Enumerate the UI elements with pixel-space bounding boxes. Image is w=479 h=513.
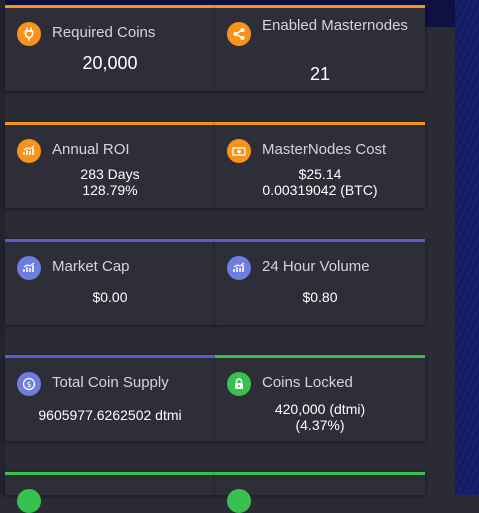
card-title: Annual ROI <box>52 141 130 158</box>
card-accent-bar <box>215 5 425 8</box>
card-title: Total Coin Supply <box>52 374 169 391</box>
card-value-line2: 128.79% <box>82 182 138 198</box>
card-accent-bar <box>5 5 215 8</box>
card-value-line1: $25.14 <box>298 166 342 182</box>
page-background-pattern <box>455 0 479 495</box>
card-annual-roi: Annual ROI 283 Days 128.79% <box>5 122 215 208</box>
card-value: $0.00 <box>92 289 128 305</box>
card-title: Coins Locked <box>262 374 353 391</box>
card-accent-bar <box>5 122 215 125</box>
share-icon <box>227 22 251 46</box>
card-24-hour-volume: 24 Hour Volume $0.80 <box>215 239 425 325</box>
card-value-line1: 283 Days <box>80 166 140 182</box>
card-title: Enabled Masternodes <box>262 17 408 34</box>
card-value-line2: (4.37%) <box>295 417 345 433</box>
card-accent-bar <box>5 355 215 358</box>
card-partial-right <box>215 472 425 513</box>
card-value: 9605977.6262502 dtmi <box>38 407 182 423</box>
chart-up-icon <box>17 256 41 280</box>
card-enabled-masternodes: Enabled Masternodes 21 <box>215 5 425 91</box>
chart-up-icon <box>17 139 41 163</box>
card-value: $0.80 <box>302 289 338 305</box>
card-market-cap: Market Cap $0.00 <box>5 239 215 325</box>
svg-text:$: $ <box>26 380 31 389</box>
card-accent-bar <box>5 472 215 475</box>
card-accent-bar <box>215 472 425 475</box>
partial-icon <box>17 489 41 513</box>
card-coins-locked: Coins Locked 420,000 (dtmi) (4.37%) <box>215 355 425 441</box>
card-total-coin-supply: $ Total Coin Supply 9605977.6262502 dtmi <box>5 355 215 441</box>
card-partial-left <box>5 472 215 513</box>
card-accent-bar <box>215 122 425 125</box>
dollar-coin-icon: $ <box>17 372 41 396</box>
card-title: Market Cap <box>52 258 130 275</box>
partial-icon <box>227 489 251 513</box>
chart-up-icon <box>227 256 251 280</box>
card-accent-bar <box>215 239 425 242</box>
card-value-line2: 0.00319042 (BTC) <box>262 182 378 198</box>
money-icon <box>227 139 251 163</box>
card-title: 24 Hour Volume <box>262 258 370 275</box>
card-accent-bar <box>215 355 425 358</box>
card-value-line1: 420,000 (dtmi) <box>274 401 366 417</box>
plug-icon <box>17 22 41 46</box>
card-accent-bar <box>5 239 215 242</box>
card-value: 20,000 <box>82 53 138 73</box>
card-title: Required Coins <box>52 24 156 41</box>
card-masternodes-cost: MasterNodes Cost $25.14 0.00319042 (BTC) <box>215 122 425 208</box>
card-value: 21 <box>309 64 331 84</box>
card-title: MasterNodes Cost <box>262 141 387 158</box>
lock-icon <box>227 372 251 396</box>
card-required-coins: Required Coins 20,000 <box>5 5 215 91</box>
